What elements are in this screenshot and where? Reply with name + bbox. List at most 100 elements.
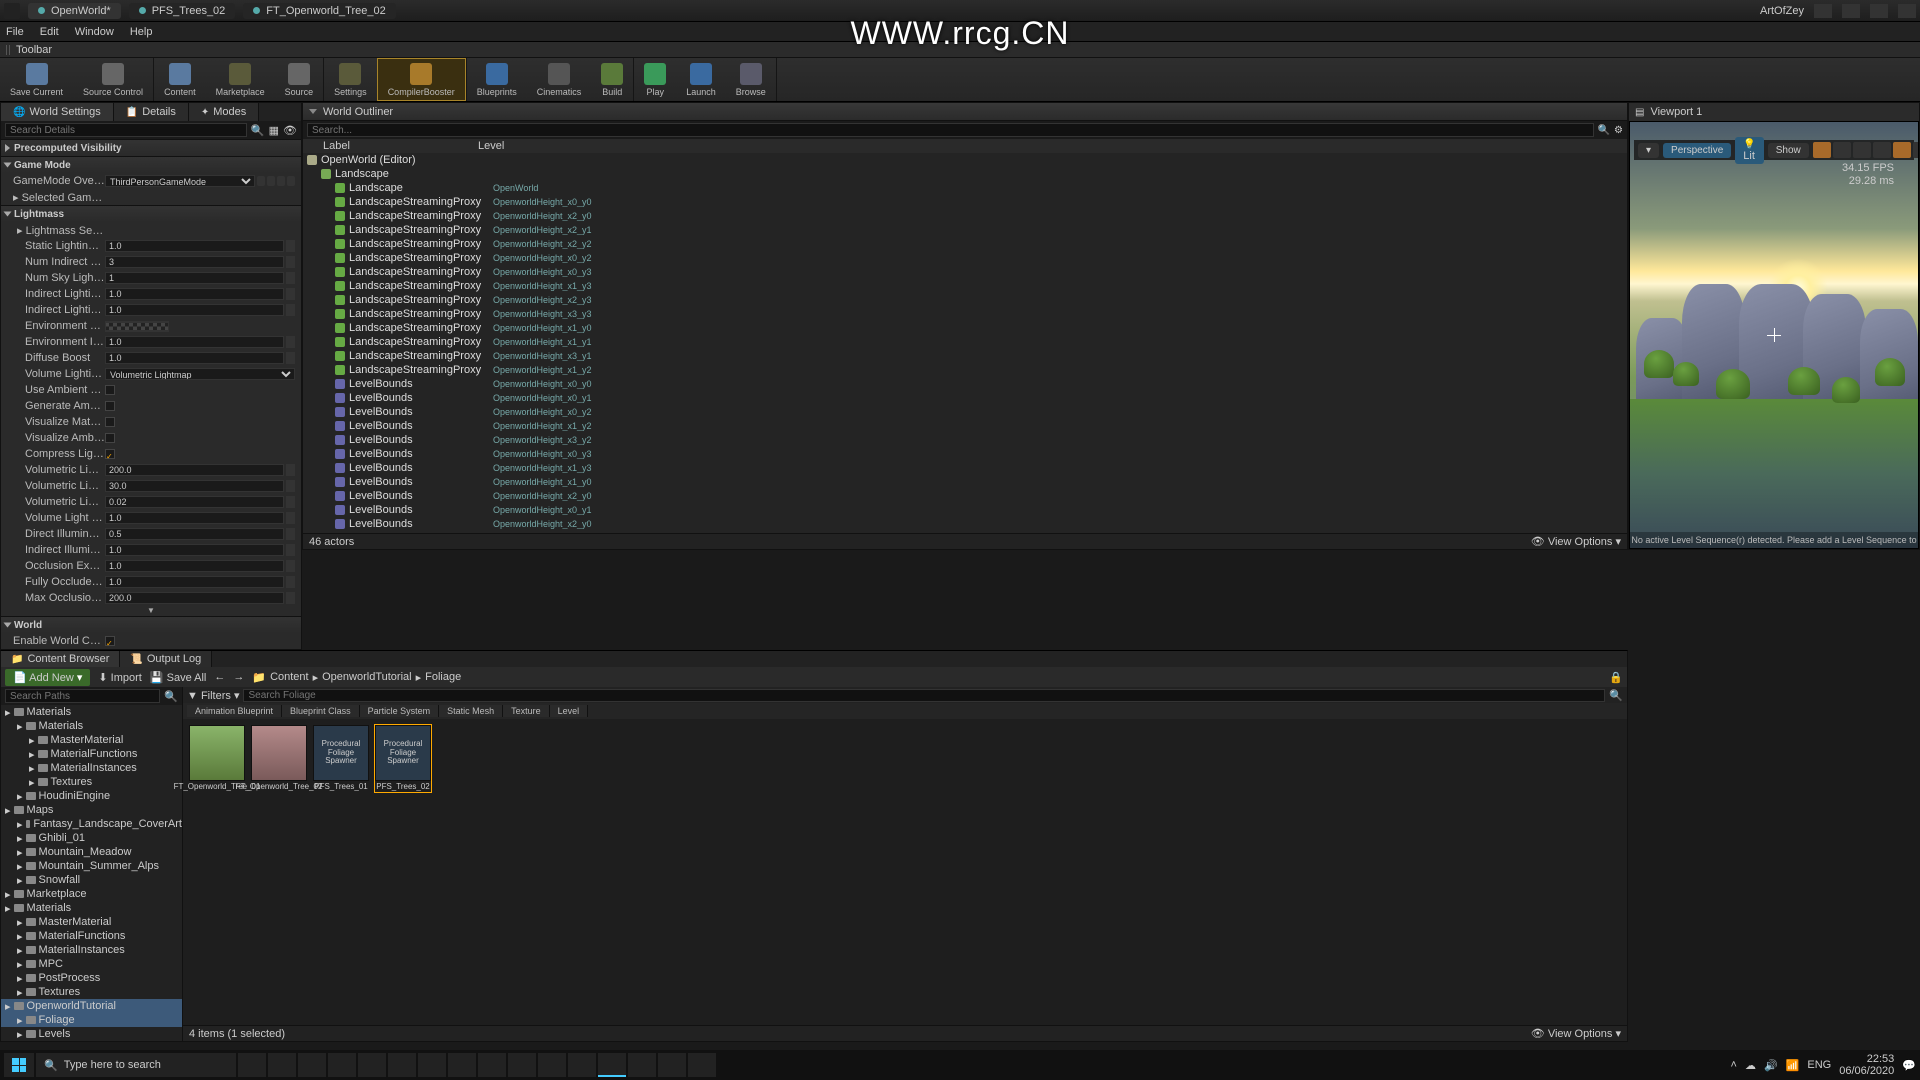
taskbar-app[interactable] <box>658 1053 686 1077</box>
filter-chip[interactable]: Texture <box>503 705 550 717</box>
source-folder[interactable]: ▸ OpenworldTutorial <box>1 999 182 1013</box>
tab-modes[interactable]: ✦ Modes <box>189 103 259 121</box>
spinner-icon[interactable] <box>286 304 295 316</box>
grip-icon[interactable] <box>6 45 12 55</box>
toolbar-browse-button[interactable]: Browse <box>726 58 776 101</box>
outliner-row[interactable]: LandscapeStreamingProxyOpenworldHeight_x… <box>303 223 1627 237</box>
spinner-icon[interactable] <box>286 512 295 524</box>
view-options-button[interactable]: 👁 View Options ▾ <box>1531 1027 1621 1040</box>
outliner-row[interactable]: LandscapeStreamingProxyOpenworldHeight_x… <box>303 335 1627 349</box>
source-folder[interactable]: ▸ MasterMaterial <box>1 733 182 747</box>
spinner-icon[interactable] <box>286 256 295 268</box>
category-header[interactable]: Precomputed Visibility <box>1 140 301 156</box>
document-tab-2[interactable]: PFS_Trees_02 <box>129 3 236 19</box>
spinner-icon[interactable] <box>286 560 295 572</box>
restore-button[interactable] <box>1870 4 1888 18</box>
spinner-icon[interactable] <box>286 480 295 492</box>
asset-item[interactable]: Procedural Foliage SpawnerPFS_Trees_01 <box>313 725 369 792</box>
filter-chip[interactable]: Particle System <box>360 705 440 717</box>
select-mode-icon[interactable] <box>1813 142 1831 158</box>
reset-icon[interactable] <box>257 176 265 186</box>
source-folder[interactable]: ▸ Snowfall <box>1 873 182 887</box>
outliner-row[interactable]: LandscapeStreamingProxyOpenworldHeight_x… <box>303 363 1627 377</box>
outliner-row[interactable]: LandscapeStreamingProxyOpenworldHeight_x… <box>303 293 1627 307</box>
outliner-row[interactable]: LevelBoundsOpenworldHeight_x0_y0 <box>303 377 1627 391</box>
source-folder[interactable]: ▸ MaterialFunctions <box>1 747 182 761</box>
coord-space-icon[interactable] <box>1893 142 1911 158</box>
save-all-button[interactable]: 💾 Save All <box>150 671 207 684</box>
source-folder[interactable]: ▸ Marketplace <box>1 887 182 901</box>
spinner-icon[interactable] <box>286 528 295 540</box>
property-input[interactable] <box>105 336 284 348</box>
search-icon[interactable]: 🔍 <box>1609 689 1623 702</box>
asset-grid[interactable]: FT_Openworld_Tree_01FT_Openworld_Tree_02… <box>183 719 1627 1025</box>
outliner-row[interactable]: LandscapeStreamingProxyOpenworldHeight_x… <box>303 251 1627 265</box>
taskbar-app[interactable] <box>298 1053 326 1077</box>
use-icon[interactable] <box>277 176 285 186</box>
source-folder[interactable]: ▸ PostProcess <box>1 971 182 985</box>
color-swatch[interactable] <box>105 321 169 332</box>
outliner-row[interactable]: LevelBoundsOpenworldHeight_x1_y3 <box>303 461 1627 475</box>
asset-item[interactable]: Procedural Foliage SpawnerPFS_Trees_02 <box>375 725 431 792</box>
property-input[interactable] <box>105 464 284 476</box>
breadcrumb-item[interactable]: Foliage <box>425 671 461 683</box>
source-folder[interactable]: ▸ Mountain_Summer_Alps <box>1 859 182 873</box>
tray-expand-icon[interactable]: ˄ <box>1731 1059 1737 1071</box>
filters-button[interactable]: ▼ Filters ▾ <box>187 689 239 702</box>
viewport-3d[interactable]: ▾ Perspective 💡Lit Show 5° 0.125 <box>1629 121 1919 549</box>
source-folder[interactable]: ▸ HoudiniEngine <box>1 789 182 803</box>
toolbar-compilerbooster-button[interactable]: CompilerBooster <box>377 58 466 101</box>
source-folder[interactable]: ▸ MaterialFunctions <box>1 929 182 943</box>
taskbar-app[interactable] <box>688 1053 716 1077</box>
source-folder[interactable]: ▸ Maps <box>1 803 182 817</box>
menu-help[interactable]: Help <box>130 26 153 38</box>
source-folder[interactable]: ▸ Materials <box>1 719 182 733</box>
source-folder[interactable]: ▸ MaterialInstances <box>1 943 182 957</box>
translate-mode-icon[interactable] <box>1833 142 1851 158</box>
sources-search-input[interactable] <box>5 689 160 703</box>
outliner-row[interactable]: LandscapeStreamingProxyOpenworldHeight_x… <box>303 195 1627 209</box>
tab-world-settings[interactable]: 🌐 World Settings <box>1 103 114 121</box>
property-input[interactable] <box>105 272 284 284</box>
outliner-row[interactable]: LevelBoundsOpenworldHeight_x1_y2 <box>303 419 1627 433</box>
add-new-button[interactable]: 📄 Add New ▾ <box>5 669 90 686</box>
source-folder[interactable]: ▸ Materials <box>1 901 182 915</box>
source-folder[interactable]: ▸ Mountain_Meadow <box>1 845 182 859</box>
spinner-icon[interactable] <box>286 576 295 588</box>
property-select[interactable]: Volumetric Lightmap <box>105 368 295 380</box>
lock-icon[interactable]: 🔒 <box>1609 671 1623 684</box>
taskbar-app[interactable] <box>418 1053 446 1077</box>
taskbar-app[interactable] <box>628 1053 656 1077</box>
toolbar-launch-button[interactable]: Launch <box>676 58 726 101</box>
outliner-row[interactable]: LevelBoundsOpenworldHeight_x3_y2 <box>303 433 1627 447</box>
outliner-search-input[interactable] <box>307 123 1594 137</box>
outliner-tree[interactable]: OpenWorld (Editor)LandscapeLandscapeOpen… <box>303 153 1627 533</box>
filter-icon[interactable]: 👁 <box>283 124 297 137</box>
spinner-icon[interactable] <box>286 336 295 348</box>
filter-chip[interactable]: Animation Blueprint <box>187 705 282 717</box>
outliner-row[interactable]: LandscapeOpenWorld <box>303 181 1627 195</box>
filter-chip[interactable]: Blueprint Class <box>282 705 360 717</box>
spinner-icon[interactable] <box>286 464 295 476</box>
spinner-icon[interactable] <box>286 288 295 300</box>
spinner-icon[interactable] <box>286 240 295 252</box>
menu-edit[interactable]: Edit <box>40 26 59 38</box>
source-folder[interactable]: ▸ MaterialInstances <box>1 761 182 775</box>
toolbar-marketplace-button[interactable]: Marketplace <box>206 58 275 101</box>
spinner-icon[interactable] <box>286 592 295 604</box>
source-folder[interactable]: ▸ Textures <box>1 985 182 999</box>
taskbar-app[interactable] <box>388 1053 416 1077</box>
property-select[interactable]: ThirdPersonGameMode <box>105 175 255 187</box>
import-button[interactable]: ⬇ Import <box>98 671 141 684</box>
world-outliner-tab[interactable]: World Outliner <box>303 103 1627 121</box>
toolbar-settings-button[interactable]: Settings <box>324 58 377 101</box>
minimize-button[interactable] <box>1814 4 1832 18</box>
property-input[interactable] <box>105 576 284 588</box>
nav-forward-button[interactable]: → <box>233 671 244 683</box>
property-input[interactable] <box>105 480 284 492</box>
rotate-mode-icon[interactable] <box>1853 142 1871 158</box>
outliner-row[interactable]: LandscapeStreamingProxyOpenworldHeight_x… <box>303 209 1627 223</box>
clock[interactable]: 22:5306/06/2020 <box>1839 1053 1894 1077</box>
perspective-button[interactable]: Perspective <box>1663 143 1731 158</box>
show-button[interactable]: Show <box>1768 143 1809 158</box>
